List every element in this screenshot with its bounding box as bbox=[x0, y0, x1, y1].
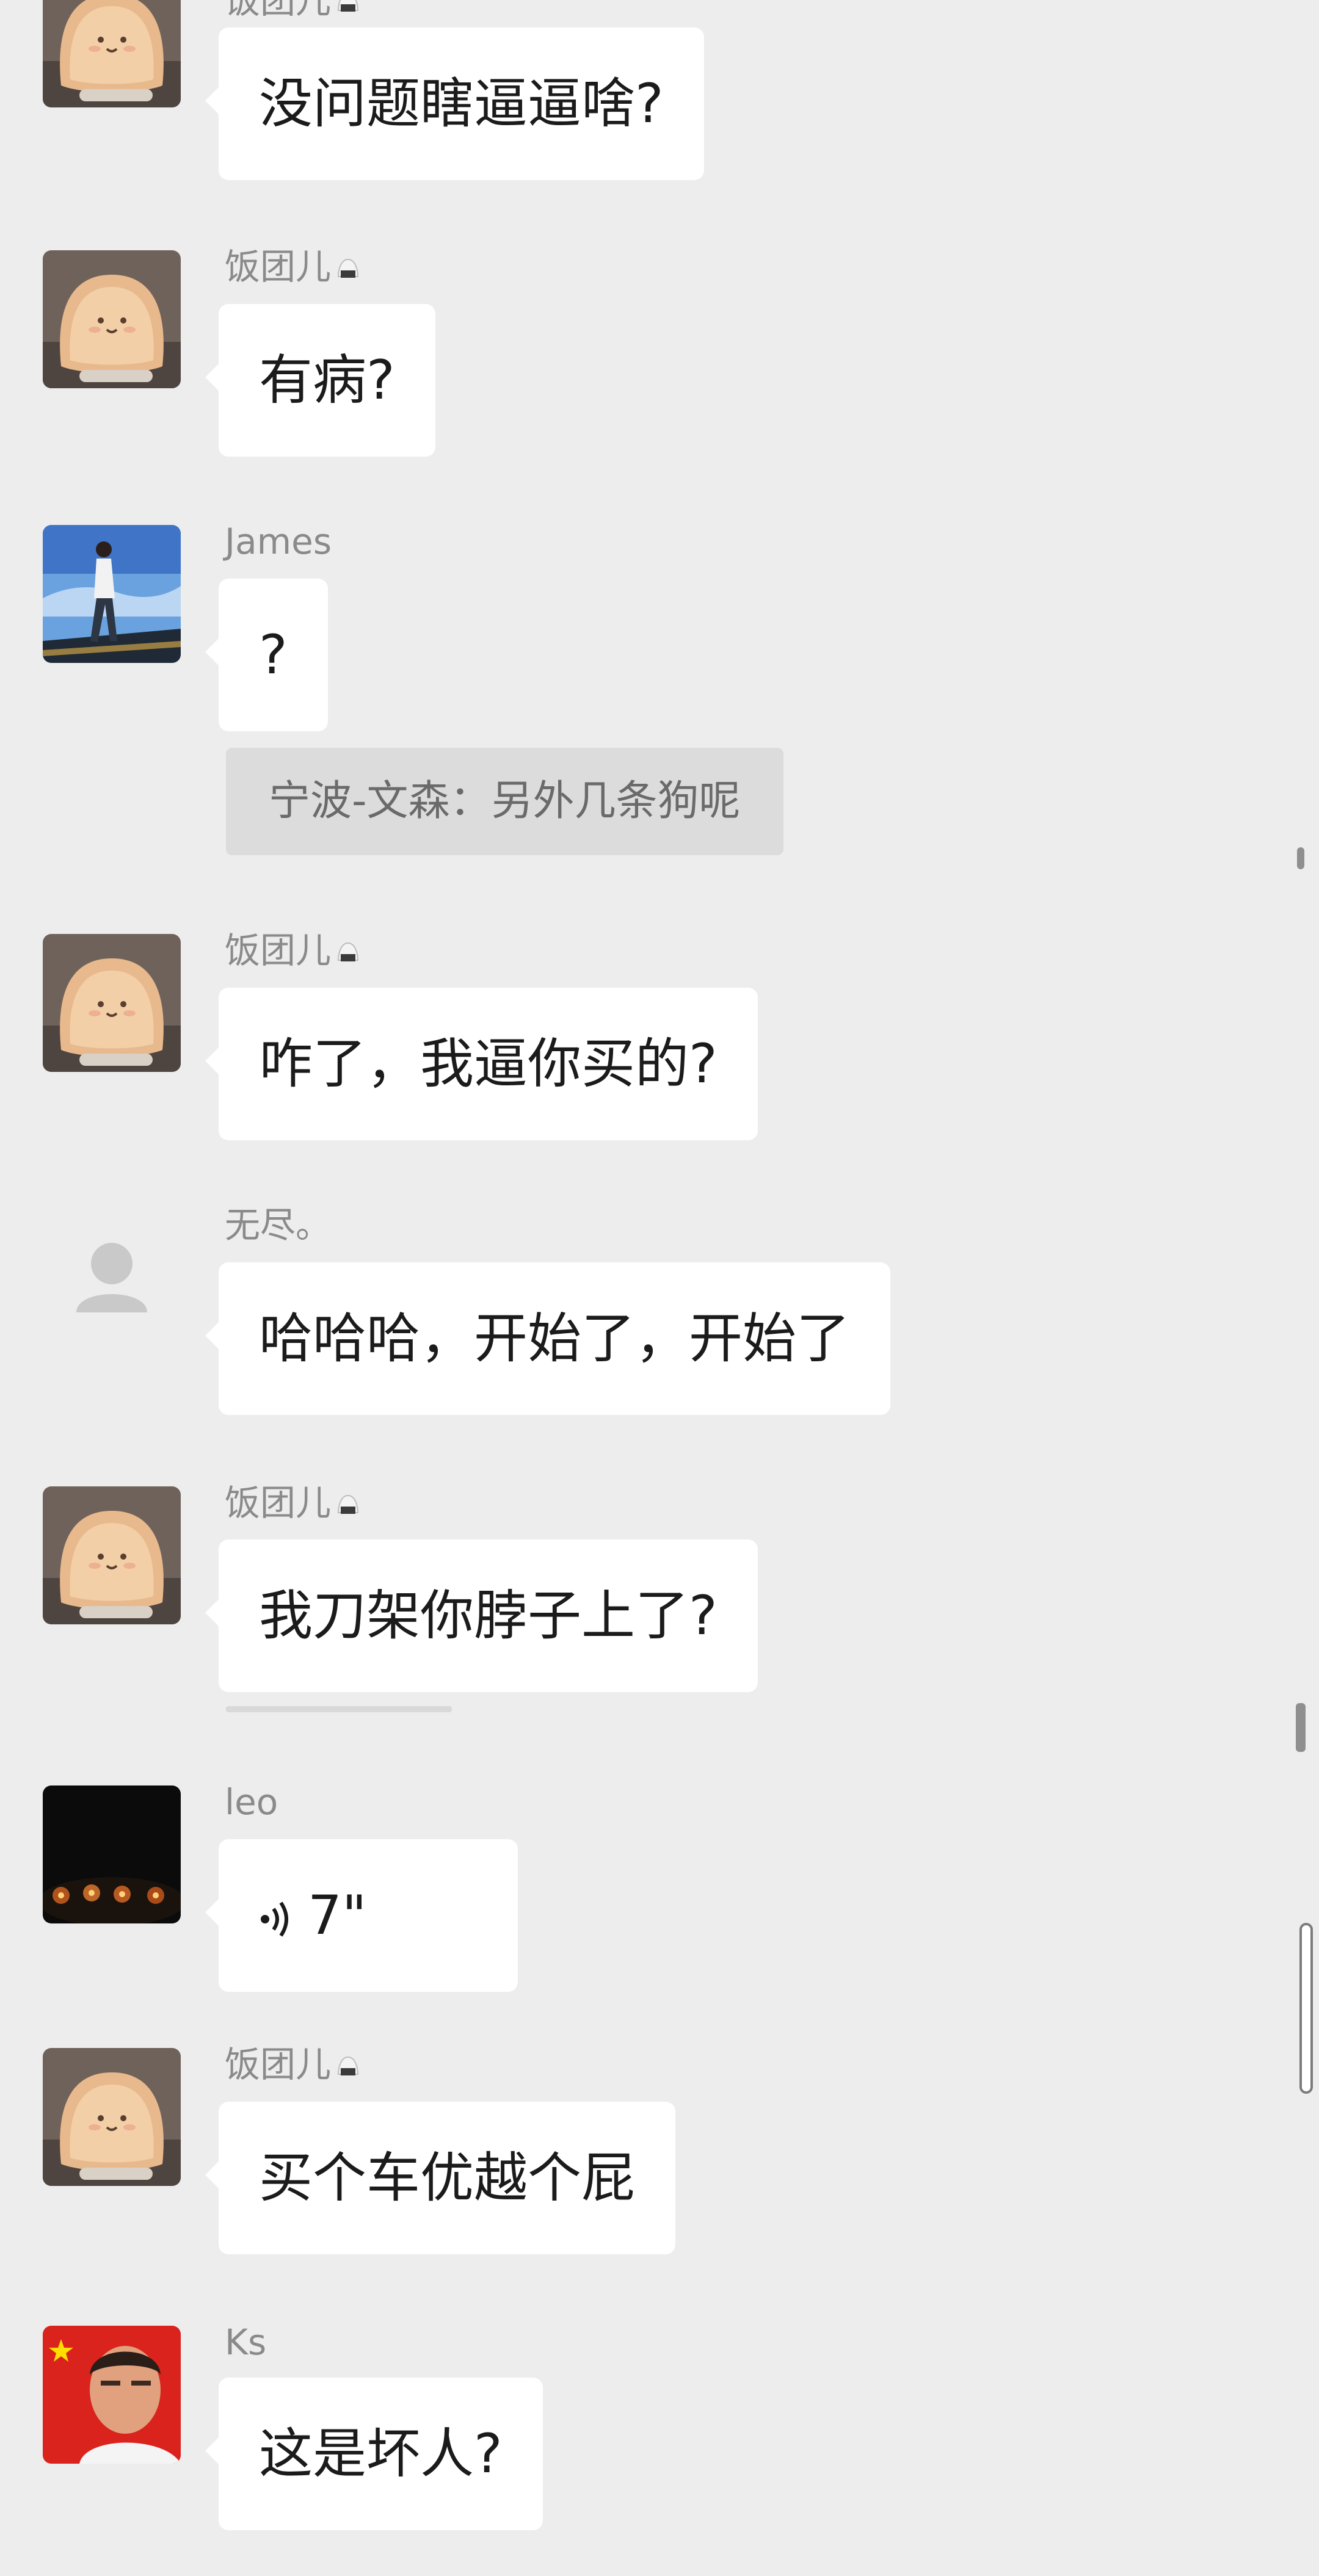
sender-name: 饭团儿 bbox=[225, 2047, 359, 2082]
voice-duration: 7" bbox=[308, 1884, 367, 1947]
rice-ball-badge-icon bbox=[337, 0, 359, 15]
flag-portrait-avatar-icon[interactable] bbox=[43, 2326, 181, 2464]
voice-message-bubble[interactable]: 7" bbox=[205, 1839, 518, 1992]
message-bubble[interactable]: 哈哈哈，开始了，开始了 bbox=[205, 1262, 891, 1415]
rice-ball-badge-icon bbox=[337, 2055, 359, 2079]
message-bubble[interactable]: 这是坏人? bbox=[205, 2378, 543, 2530]
scrollbar-thumb[interactable] bbox=[1299, 1923, 1313, 2094]
person-walking-avatar-icon[interactable] bbox=[43, 525, 181, 663]
sender-name: 饭团儿 bbox=[225, 0, 359, 18]
message-bubble[interactable]: 有病? bbox=[205, 304, 435, 457]
toast-bread-avatar-icon[interactable] bbox=[43, 934, 181, 1072]
message-bubble[interactable]: 没问题瞎逼逼啥? bbox=[205, 27, 704, 180]
voice-wave-icon bbox=[261, 1901, 288, 1937]
quoted-reply[interactable]: 宁波-文森：另外几条狗呢 bbox=[226, 748, 783, 855]
rice-ball-badge-icon bbox=[337, 941, 359, 965]
scroll-indicator-tick bbox=[1297, 847, 1304, 869]
message-bubble[interactable]: 咋了，我逼你买的? bbox=[205, 988, 758, 1140]
sender-name: 无尽。 bbox=[225, 1204, 332, 1246]
message-bubble[interactable]: 买个车优越个屁 bbox=[205, 2102, 676, 2254]
dark-candles-avatar-icon[interactable] bbox=[43, 1785, 181, 1923]
sender-name: leo bbox=[225, 1781, 278, 1823]
toast-bread-avatar-icon[interactable] bbox=[43, 2048, 181, 2186]
sender-name: 饭团儿 bbox=[225, 249, 359, 284]
toast-bread-avatar-icon[interactable] bbox=[43, 0, 181, 107]
sender-name: 饭团儿 bbox=[225, 933, 359, 968]
default-user-avatar-icon[interactable] bbox=[43, 1209, 181, 1347]
sender-name: James bbox=[225, 521, 332, 562]
rice-ball-badge-icon bbox=[337, 1493, 359, 1518]
toast-bread-avatar-icon[interactable] bbox=[43, 250, 181, 388]
message-bubble[interactable]: 我刀架你脖子上了? bbox=[205, 1539, 758, 1692]
toast-bread-avatar-icon[interactable] bbox=[43, 1486, 181, 1624]
rice-ball-badge-icon bbox=[337, 257, 359, 281]
message-bubble[interactable]: ? bbox=[205, 579, 328, 731]
sender-name: Ks bbox=[225, 2321, 267, 2363]
sender-name: 饭团儿 bbox=[225, 1485, 359, 1521]
scroll-indicator-tick bbox=[1296, 1703, 1306, 1752]
divider bbox=[226, 1706, 452, 1712]
